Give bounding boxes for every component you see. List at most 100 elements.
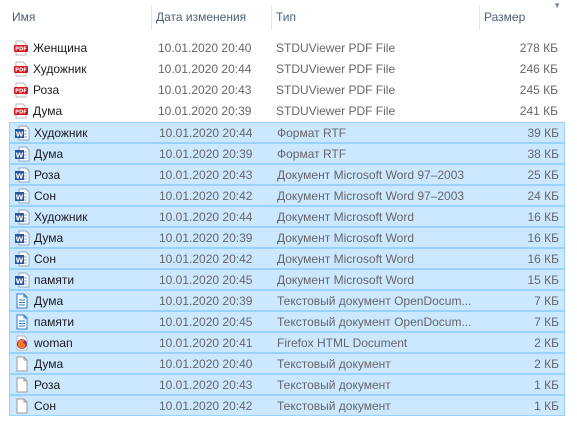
file-date: 10.01.2020 20:39 xyxy=(159,294,253,308)
file-row[interactable]: памяти 10.01.2020 20:45 Текстовый документ… xyxy=(9,311,565,332)
file-date: 10.01.2020 20:42 xyxy=(159,189,253,203)
file-name: Художник xyxy=(34,126,88,140)
file-date: 10.01.2020 20:41 xyxy=(159,336,253,350)
file-date: 10.01.2020 20:42 xyxy=(159,399,253,413)
file-type: Документ Microsoft Word xyxy=(277,231,415,245)
file-row[interactable]: W Художник 10.01.2020 20:44 Формат RTF 39 КБ xyxy=(9,122,565,143)
file-type: Текстовый документ xyxy=(277,357,391,371)
svg-text:PDF: PDF xyxy=(15,47,27,53)
file-type: Текстовый документ xyxy=(277,378,391,392)
svg-text:W: W xyxy=(16,193,24,201)
word-file-icon: W xyxy=(14,167,30,183)
file-size: 7 КБ xyxy=(534,294,559,308)
firefox-html-icon xyxy=(14,335,30,351)
file-type: Документ Microsoft Word xyxy=(277,273,415,287)
file-name: Дума xyxy=(34,294,64,308)
file-type: Текстовый документ xyxy=(277,399,391,413)
file-name: Дума xyxy=(34,147,64,161)
file-row[interactable]: W Художник 10.01.2020 20:44 Документ Micros… xyxy=(9,206,565,227)
file-size: 38 КБ xyxy=(527,147,559,161)
file-name: Художник xyxy=(34,210,88,224)
file-size: 245 КБ xyxy=(519,83,558,97)
file-size: 1 КБ xyxy=(534,399,559,413)
word-file-icon: W xyxy=(14,146,30,162)
file-type: Firefox HTML Document xyxy=(277,336,408,350)
file-row[interactable]: Сон 10.01.2020 20:42 Текстовый документ 1 К… xyxy=(9,395,565,416)
file-date: 10.01.2020 20:44 xyxy=(159,210,253,224)
column-header-type[interactable]: Тип xyxy=(272,0,480,30)
file-list-view: Имя Дата изменения Тип Размер ▼ PDF Женщи… xyxy=(0,0,577,432)
file-row[interactable]: W Сон 10.01.2020 20:42 Документ Microsoft W… xyxy=(9,248,565,269)
file-name: Сон xyxy=(34,189,56,203)
file-name: Дума xyxy=(34,231,64,245)
file-size: 2 КБ xyxy=(534,336,559,350)
file-type: Документ Microsoft Word 97–2003 xyxy=(277,168,465,182)
svg-text:W: W xyxy=(16,235,24,243)
file-type: Формат RTF xyxy=(277,147,347,161)
file-date: 10.01.2020 20:43 xyxy=(159,378,253,392)
file-type: STDUViewer PDF File xyxy=(276,83,396,97)
file-size: 241 КБ xyxy=(519,104,558,118)
svg-text:W: W xyxy=(16,151,24,159)
file-date: 10.01.2020 20:42 xyxy=(159,252,253,266)
file-row[interactable]: W Дума 10.01.2020 20:39 Формат RTF 38 КБ xyxy=(9,143,565,164)
column-header-name-label: Имя xyxy=(12,10,36,24)
file-row[interactable]: W Сон 10.01.2020 20:42 Документ Microsoft W… xyxy=(9,185,565,206)
file-size: 1 КБ xyxy=(534,378,559,392)
column-header-type-label: Тип xyxy=(276,10,297,24)
file-size: 39 КБ xyxy=(527,126,559,140)
file-size: 7 КБ xyxy=(534,315,559,329)
file-name: Роза xyxy=(34,378,61,392)
text-file-icon xyxy=(14,377,30,393)
file-name: Роза xyxy=(34,168,61,182)
file-name: Дума xyxy=(33,104,63,118)
file-row[interactable]: woman 10.01.2020 20:41 Firefox HTML Docume… xyxy=(9,332,565,353)
file-date: 10.01.2020 20:45 xyxy=(159,315,253,329)
file-row[interactable]: W Дума 10.01.2020 20:39 Документ Microsoft … xyxy=(9,227,565,248)
file-type: Документ Microsoft Word xyxy=(277,210,415,224)
file-type: Текстовый документ OpenDocum... xyxy=(277,315,472,329)
svg-text:W: W xyxy=(16,256,24,264)
file-type: Текстовый документ OpenDocum... xyxy=(277,294,472,308)
file-date: 10.01.2020 20:40 xyxy=(159,357,253,371)
file-row[interactable]: W Роза 10.01.2020 20:43 Документ Microsoft … xyxy=(9,164,565,185)
file-type: Формат RTF xyxy=(277,126,347,140)
word-file-icon: W xyxy=(14,230,30,246)
file-name: памяти xyxy=(34,273,75,287)
word-file-icon: W xyxy=(14,272,30,288)
file-size: 2 КБ xyxy=(534,357,559,371)
column-header-size-label: Размер xyxy=(484,10,526,24)
file-row[interactable]: PDF Дума 10.01.2020 20:39 STDUViewer PDF Fi… xyxy=(9,101,565,122)
file-row[interactable]: Дума 10.01.2020 20:39 Текстовый документ O… xyxy=(9,290,565,311)
file-name: Дума xyxy=(34,357,64,371)
pdf-file-icon: PDF xyxy=(13,40,29,56)
file-name: Сон xyxy=(34,252,56,266)
word-file-icon: W xyxy=(14,251,30,267)
file-size: 16 КБ xyxy=(527,231,559,245)
file-type: Документ Microsoft Word xyxy=(277,252,415,266)
file-name: Художник xyxy=(33,62,87,76)
svg-text:W: W xyxy=(16,214,24,222)
file-row[interactable]: Дума 10.01.2020 20:40 Текстовый документ 2 … xyxy=(9,353,565,374)
odt-file-icon xyxy=(14,314,30,330)
svg-text:W: W xyxy=(16,172,24,180)
file-name: Роза xyxy=(33,83,60,97)
column-header-date[interactable]: Дата изменения xyxy=(152,0,272,30)
file-row[interactable]: Wпамяти 10.01.2020 20:45 Документ Microsof… xyxy=(9,269,565,290)
file-size: 25 КБ xyxy=(527,168,559,182)
file-size: 16 КБ xyxy=(527,210,559,224)
file-name: Сон xyxy=(34,399,56,413)
file-row[interactable]: PDF Женщина 10.01.2020 20:40 STDUViewer PDF… xyxy=(9,38,565,59)
file-row[interactable]: PDF Художник 10.01.2020 20:44 STDUViewer PD… xyxy=(9,59,565,80)
column-header-bar: Имя Дата изменения Тип Размер ▼ xyxy=(0,0,577,30)
file-date: 10.01.2020 20:40 xyxy=(158,41,252,55)
file-name: памяти xyxy=(34,315,75,329)
pdf-file-icon: PDF xyxy=(13,82,29,98)
file-type: STDUViewer PDF File xyxy=(276,41,396,55)
column-header-size[interactable]: Размер ▼ xyxy=(480,0,565,30)
column-header-name[interactable]: Имя xyxy=(8,0,152,30)
file-row[interactable]: Роза 10.01.2020 20:43 Текстовый документ 1 … xyxy=(9,374,565,395)
file-date: 10.01.2020 20:43 xyxy=(158,83,252,97)
file-date: 10.01.2020 20:39 xyxy=(159,231,253,245)
file-row[interactable]: PDF Роза 10.01.2020 20:43 STDUViewer PDF Fi… xyxy=(9,80,565,101)
